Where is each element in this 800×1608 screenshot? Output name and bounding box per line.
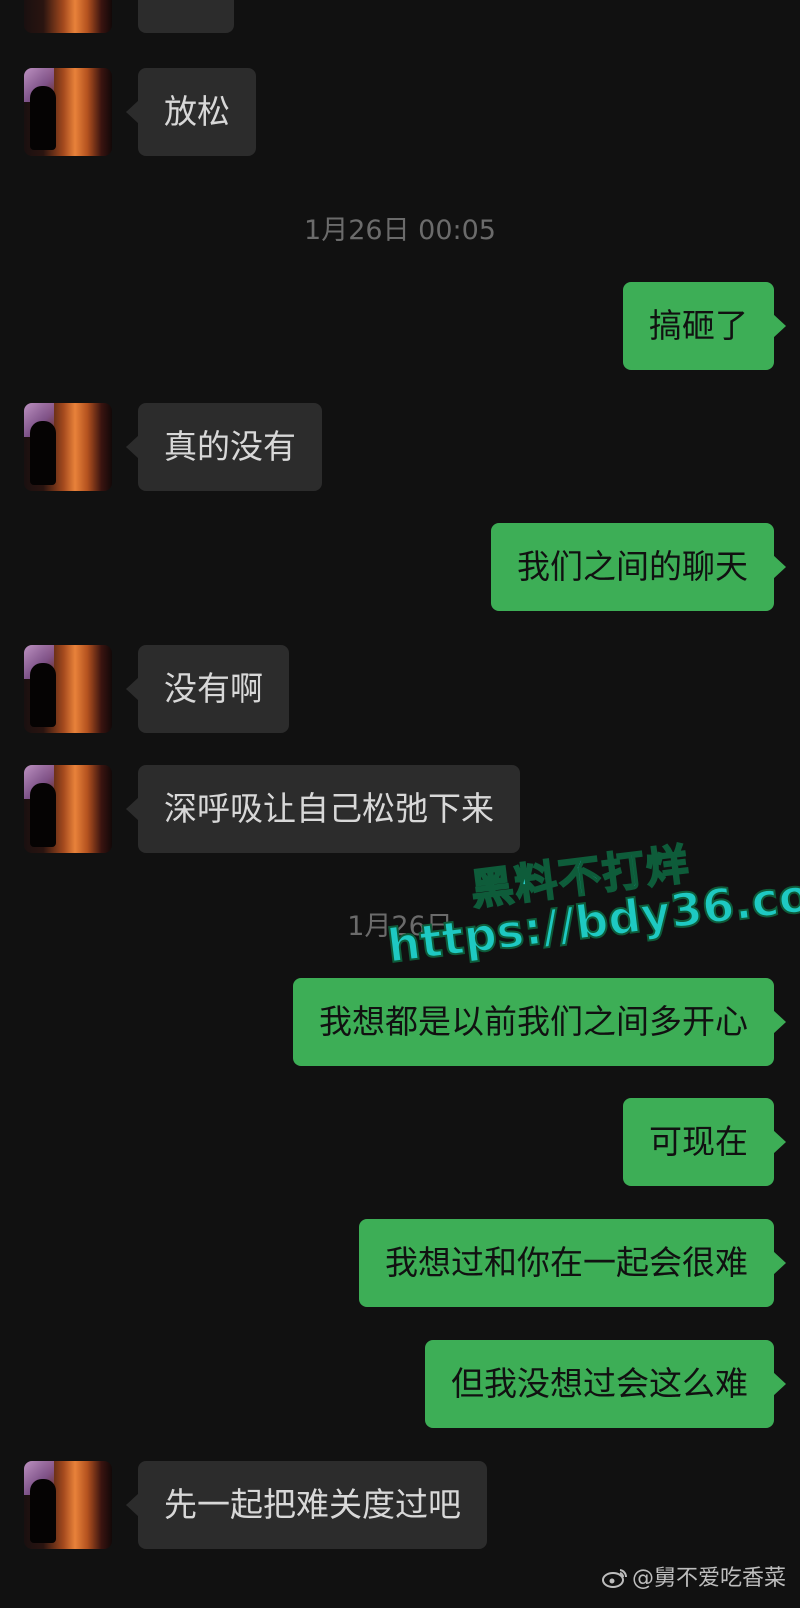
message-bubble-incoming[interactable]: 真的没有 [126,403,322,491]
message-bubble-outgoing[interactable]: 搞砸了 [623,282,786,370]
chat-screen: 放松 1月26日 00:05 搞砸了 真的没有 我们之间的聊天 没有啊 深呼吸让… [0,0,800,1608]
contact-avatar[interactable] [24,403,112,491]
contact-avatar[interactable] [24,645,112,733]
message-bubble-outgoing[interactable]: 但我没想过会这么难 [425,1340,786,1428]
message-bubble-incoming[interactable]: 深呼吸让自己松弛下来 [126,765,520,853]
weibo-icon [601,1569,627,1588]
message-bubble-outgoing[interactable]: 我想都是以前我们之间多开心 [293,978,786,1066]
message-bubble-outgoing[interactable]: 可现在 [623,1098,786,1186]
credit-text: @舅不爱吃香菜 [631,1566,786,1591]
contact-avatar[interactable] [24,0,112,33]
contact-avatar[interactable] [24,1461,112,1549]
contact-avatar[interactable] [24,68,112,156]
message-bubble-incoming[interactable]: 放松 [126,68,256,156]
message-bubble-outgoing[interactable]: 我想过和你在一起会很难 [359,1219,786,1307]
message-bubble-outgoing[interactable]: 我们之间的聊天 [491,523,786,611]
message-bubble-incoming[interactable]: 先一起把难关度过吧 [126,1461,487,1549]
contact-avatar[interactable] [24,765,112,853]
message-bubble-incoming[interactable]: 没有啊 [126,645,289,733]
message-timestamp: 1月26日 00:05 [304,215,496,246]
message-timestamp: 1月26日 [347,911,453,942]
message-bubble-incoming-cropped[interactable] [138,0,234,33]
source-credit: @舅不爱吃香菜 [601,1560,786,1592]
